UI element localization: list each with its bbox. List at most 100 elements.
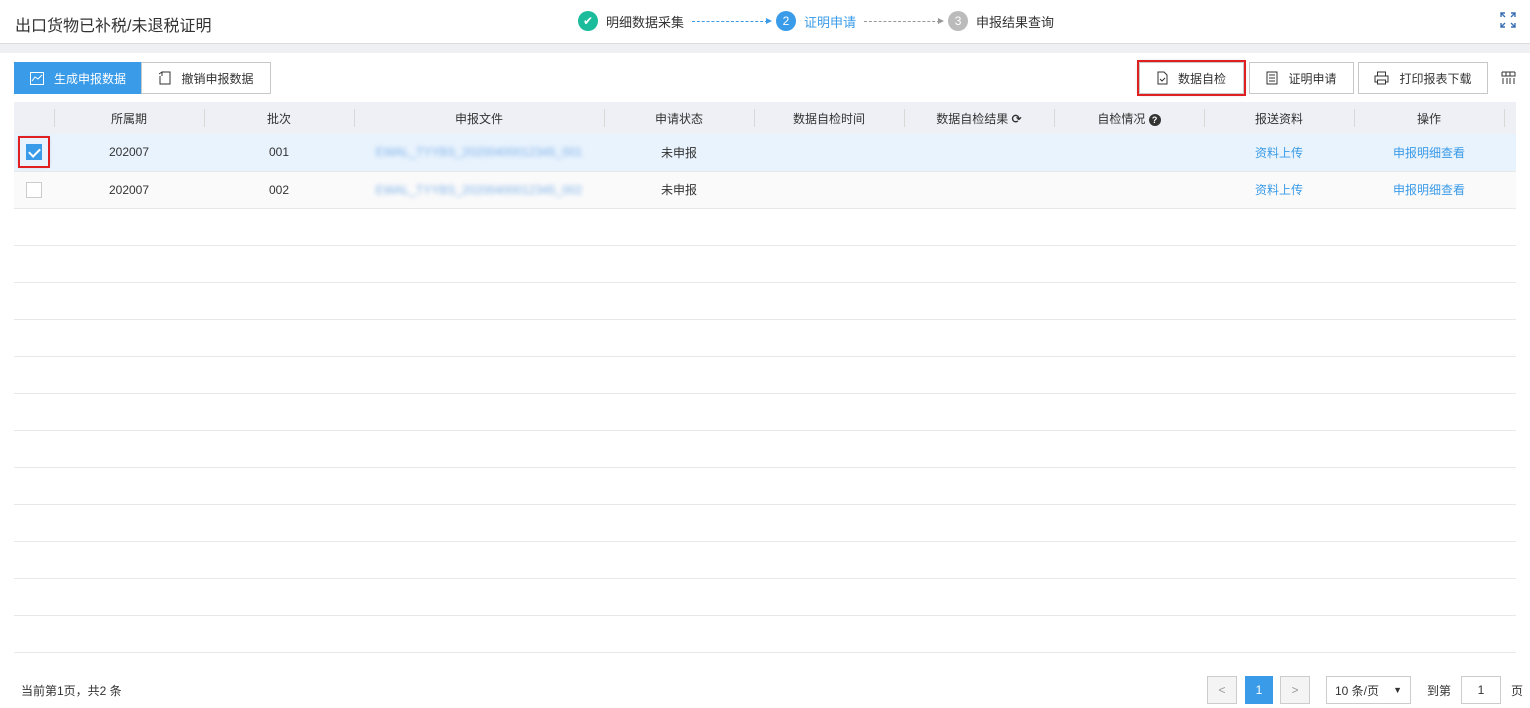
- revoke-icon: [159, 71, 171, 85]
- check-situation-cell: [1054, 171, 1204, 209]
- file-check-icon: [1157, 71, 1168, 85]
- page-size-value: 10 条/页: [1335, 683, 1380, 698]
- goto-page-input[interactable]: 1: [1461, 676, 1501, 704]
- row-checkbox[interactable]: [26, 144, 42, 161]
- table-row[interactable]: 202007 001 EWAL_TYYBS_20200400012345_001…: [14, 134, 1516, 172]
- empty-row: [14, 245, 1516, 283]
- page-size-select[interactable]: 10 条/页 ▼: [1326, 676, 1411, 704]
- filler-cell: [1504, 171, 1516, 209]
- document-icon: [1266, 71, 1278, 85]
- upload-cell: 资料上传: [1204, 171, 1354, 209]
- batch-cell: 001: [204, 134, 354, 172]
- fullscreen-icon[interactable]: [1500, 12, 1516, 28]
- pagination-summary: 当前第1页，共2 条: [21, 684, 122, 698]
- column-header[interactable]: 所属期: [54, 102, 204, 134]
- upload-link[interactable]: 资料上传: [1255, 146, 1303, 160]
- step-label: 明细数据采集: [606, 14, 685, 30]
- check-result-cell: [904, 171, 1054, 209]
- empty-row: [14, 282, 1516, 320]
- page-suffix: 页: [1511, 684, 1524, 698]
- empty-row: [14, 467, 1516, 505]
- file-name: EWAL_TYYBS_20200400012345_002: [375, 182, 583, 197]
- dropdown-arrow-icon: ▼: [1393, 685, 1402, 695]
- column-header[interactable]: 报送资料: [1204, 102, 1354, 134]
- check-time-cell: [754, 134, 904, 172]
- divider-band: [0, 44, 1530, 53]
- generate-data-button[interactable]: 生成申报数据: [14, 62, 142, 94]
- column-header-label: 数据自检结果: [936, 111, 1009, 126]
- view-details-link[interactable]: 申报明细查看: [1393, 146, 1465, 160]
- action-cell: 申报明细查看: [1354, 171, 1504, 209]
- next-page-button[interactable]: >: [1280, 676, 1310, 704]
- column-header[interactable]: 申请状态: [604, 102, 754, 134]
- checkbox-highlight: [18, 136, 50, 169]
- period-cell: 202007: [54, 134, 204, 172]
- print-download-button[interactable]: 打印报表下载: [1358, 62, 1488, 94]
- column-header-label: 自检情况: [1097, 111, 1146, 126]
- button-label: 撤销申报数据: [181, 71, 254, 86]
- row-checkbox[interactable]: [26, 181, 42, 198]
- top-bar: 出口货物已补税/未退税证明 ✔ 明细数据采集 2 证明申请 3 申报结果查询: [0, 0, 1530, 44]
- step-2[interactable]: 2 证明申请: [776, 11, 856, 31]
- select-cell[interactable]: [14, 134, 54, 172]
- file-cell: EWAL_TYYBS_20200400012345_001: [354, 134, 604, 172]
- status-cell: 未申报: [604, 171, 754, 209]
- data-table: 所属期 批次 申报文件 申请状态 数据自检时间 数据自检结果 ⟳ 自检情况 ? …: [14, 102, 1516, 653]
- batch-cell: 002: [204, 171, 354, 209]
- column-header-filler: [1504, 102, 1516, 134]
- column-header-check-situation[interactable]: 自检情况 ?: [1054, 102, 1204, 134]
- empty-row: [14, 615, 1516, 653]
- refresh-icon[interactable]: ⟳: [1012, 112, 1022, 126]
- upload-link[interactable]: 资料上传: [1255, 183, 1303, 197]
- filler-cell: [1504, 134, 1516, 172]
- page-title: 出口货物已补税/未退税证明: [15, 18, 212, 35]
- stepper: ✔ 明细数据采集 2 证明申请 3 申报结果查询: [578, 11, 1054, 31]
- self-check-button[interactable]: 数据自检: [1137, 60, 1246, 96]
- column-header[interactable]: 数据自检时间: [754, 102, 904, 134]
- step-1[interactable]: ✔ 明细数据采集: [578, 11, 684, 31]
- button-label: 打印报表下载: [1399, 71, 1472, 86]
- empty-row: [14, 319, 1516, 357]
- step-number: 3: [948, 11, 969, 31]
- file-cell: EWAL_TYYBS_20200400012345_002: [354, 171, 604, 209]
- check-icon: ✔: [578, 11, 598, 31]
- status-cell: 未申报: [604, 134, 754, 172]
- column-header[interactable]: 申报文件: [354, 102, 604, 134]
- check-time-cell: [754, 171, 904, 209]
- step-3[interactable]: 3 申报结果查询: [948, 11, 1054, 31]
- file-name: EWAL_TYYBS_20200400012345_001: [375, 145, 583, 160]
- button-label: 数据自检: [1177, 71, 1226, 86]
- step-number: 2: [776, 11, 797, 31]
- revoke-data-button[interactable]: 撤销申报数据: [141, 62, 271, 94]
- column-header-check-result[interactable]: 数据自检结果 ⟳: [904, 102, 1054, 134]
- button-label: 生成申报数据: [53, 71, 126, 86]
- action-cell: 申报明细查看: [1354, 134, 1504, 172]
- column-settings-icon[interactable]: [1501, 71, 1516, 85]
- printer-icon: [1374, 71, 1389, 85]
- table-header: 所属期 批次 申报文件 申请状态 数据自检时间 数据自检结果 ⟳ 自检情况 ? …: [14, 102, 1516, 134]
- empty-row: [14, 504, 1516, 542]
- column-header[interactable]: 批次: [204, 102, 354, 134]
- step-arrow: [692, 17, 773, 24]
- page-1-button[interactable]: 1: [1245, 676, 1273, 704]
- chart-icon: [29, 71, 44, 85]
- apply-button[interactable]: 证明申请: [1249, 62, 1354, 94]
- check-situation-cell: [1054, 134, 1204, 172]
- empty-row: [14, 208, 1516, 246]
- empty-row: [14, 541, 1516, 579]
- step-arrow: [864, 17, 945, 24]
- step-label: 申报结果查询: [976, 14, 1055, 30]
- table-row[interactable]: 202007 002 EWAL_TYYBS_20200400012345_002…: [14, 171, 1516, 209]
- empty-row: [14, 393, 1516, 431]
- column-header[interactable]: 操作: [1354, 102, 1504, 134]
- select-column-header: [14, 102, 54, 134]
- empty-row: [14, 356, 1516, 394]
- view-details-link[interactable]: 申报明细查看: [1393, 183, 1465, 197]
- help-icon[interactable]: ?: [1148, 113, 1161, 126]
- upload-cell: 资料上传: [1204, 134, 1354, 172]
- step-label: 证明申请: [804, 14, 857, 30]
- select-cell[interactable]: [14, 171, 54, 209]
- empty-row: [14, 430, 1516, 468]
- prev-page-button[interactable]: <: [1207, 676, 1237, 704]
- goto-label: 到第: [1427, 684, 1452, 698]
